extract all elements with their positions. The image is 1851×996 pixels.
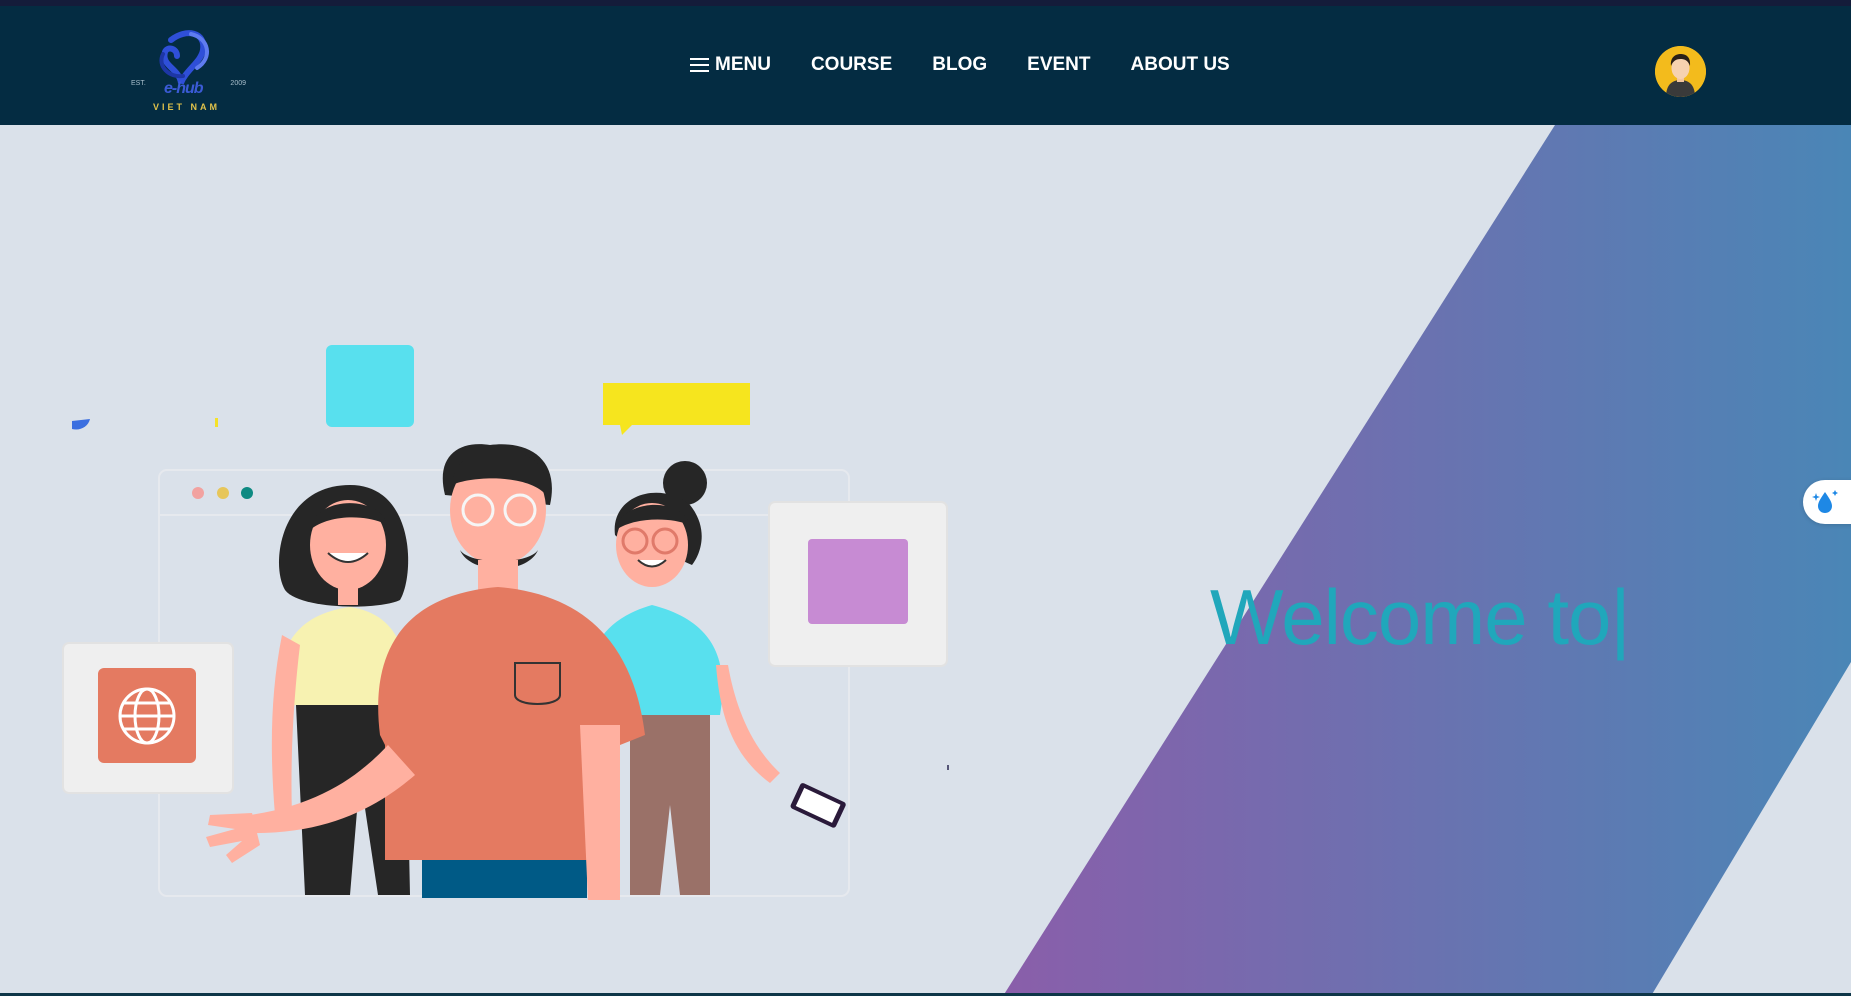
nav-blog[interactable]: BLOG xyxy=(932,54,987,76)
hero-headline-text: Welcome to xyxy=(1210,573,1611,661)
logo-subtitle: VIET NAM xyxy=(153,102,221,112)
card-purple xyxy=(768,501,948,667)
hero-headline: Welcome to| xyxy=(1210,572,1631,663)
brand-logo[interactable]: EST. e-hub 2009 VIET NAM xyxy=(131,28,246,116)
nav-menu[interactable]: MENU xyxy=(690,54,771,76)
user-avatar-icon xyxy=(1655,46,1706,97)
logo-wordmark: e-hub xyxy=(164,80,204,97)
typing-cursor: | xyxy=(1610,573,1630,661)
logo-swirl-icon xyxy=(159,30,209,85)
navbar: EST. e-hub 2009 VIET NAM MENU COURSE BLO… xyxy=(0,6,1851,125)
theme-toggle-button[interactable] xyxy=(1803,480,1851,524)
water-drop-sparkle-icon xyxy=(1812,490,1838,513)
nav-menu-label: MENU xyxy=(715,54,771,75)
hamburger-icon xyxy=(690,58,709,72)
logo-est-label: EST. xyxy=(131,80,146,87)
logo-year-label: 2009 xyxy=(230,80,246,87)
card-globe xyxy=(62,642,234,794)
hero-illustration xyxy=(62,345,949,900)
nav-course[interactable]: COURSE xyxy=(811,54,892,76)
nav-event[interactable]: EVENT xyxy=(1027,54,1090,76)
nav-about-us[interactable]: ABOUT US xyxy=(1131,54,1230,76)
user-avatar-button[interactable] xyxy=(1655,46,1706,97)
main-nav: MENU COURSE BLOG EVENT ABOUT US xyxy=(690,54,1230,76)
